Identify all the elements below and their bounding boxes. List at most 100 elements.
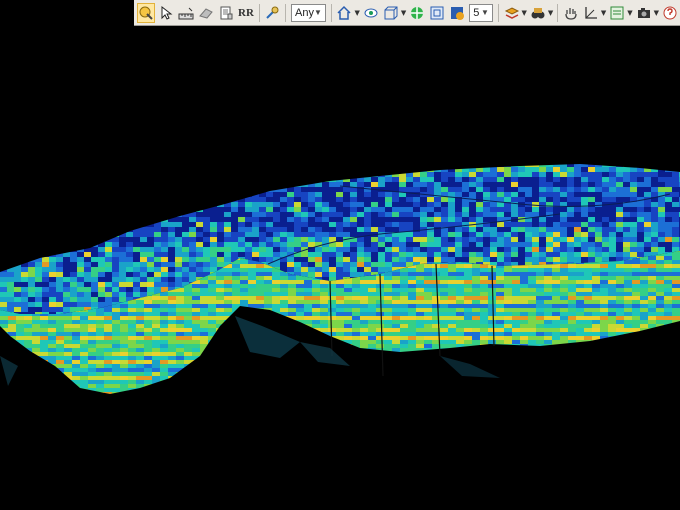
top-cell — [322, 222, 329, 227]
top-cell — [133, 172, 140, 177]
hand-pan-icon[interactable] — [562, 3, 580, 23]
top-cell — [483, 227, 490, 232]
strata-cell — [656, 268, 664, 272]
strata-cell — [656, 256, 664, 260]
top-cell — [49, 252, 56, 257]
top-cell — [175, 232, 182, 237]
top-cell — [546, 164, 553, 167]
strata-cell — [472, 300, 480, 304]
strata-cell — [464, 316, 472, 320]
strata-cell — [552, 312, 560, 316]
top-cell — [147, 257, 154, 262]
toolbar-separator — [285, 3, 287, 22]
top-cell — [105, 242, 112, 247]
strata-cell — [512, 304, 520, 308]
top-cell — [567, 192, 574, 197]
top-cell — [644, 177, 651, 182]
cube-view-icon[interactable] — [382, 3, 400, 23]
layers-icon[interactable] — [503, 3, 521, 23]
chevron-down-icon[interactable]: ▼ — [548, 3, 553, 23]
strata-cell — [296, 312, 304, 316]
top-cell — [259, 312, 266, 314]
top-cell — [7, 297, 14, 302]
top-cell — [252, 177, 259, 182]
axis-icon[interactable] — [582, 3, 600, 23]
top-cell — [518, 197, 525, 202]
panel-icon[interactable] — [608, 3, 626, 23]
binoculars-icon[interactable] — [529, 3, 547, 23]
grid-count-icon[interactable] — [448, 3, 466, 23]
top-cell — [595, 182, 602, 187]
top-cell — [343, 172, 350, 177]
top-cell — [315, 182, 322, 187]
chevron-down-icon[interactable]: ▼ — [522, 3, 527, 23]
chevron-down-icon[interactable]: ▼ — [354, 3, 359, 23]
top-cell — [301, 212, 308, 217]
top-cell — [315, 187, 322, 192]
strata-cell — [528, 304, 536, 308]
strata-cell — [16, 256, 24, 260]
top-cell — [49, 257, 56, 262]
top-cell — [574, 164, 581, 167]
top-cell — [385, 212, 392, 217]
chevron-down-icon[interactable]: ▼ — [627, 3, 632, 23]
top-cell — [287, 237, 294, 242]
select-pick-icon[interactable] — [137, 2, 155, 23]
strata-cell — [416, 304, 424, 308]
strata-cell — [480, 280, 488, 284]
strata-cell — [576, 300, 584, 304]
frame-icon[interactable] — [428, 3, 446, 23]
strata-cell — [208, 316, 216, 320]
strata-cell — [312, 300, 320, 304]
top-cell — [154, 164, 161, 167]
ruler-icon[interactable] — [177, 3, 195, 23]
top-cell — [420, 164, 427, 167]
strata-cell — [320, 328, 328, 332]
chevron-down-icon[interactable]: ▼ — [401, 3, 406, 23]
top-cell — [287, 197, 294, 202]
strata-cell — [192, 304, 200, 308]
top-cell — [616, 172, 623, 177]
top-cell — [266, 237, 273, 242]
top-cell — [336, 172, 343, 177]
top-cell — [224, 232, 231, 237]
top-cell — [28, 167, 35, 172]
strata-cell — [456, 272, 464, 276]
camera-icon[interactable] — [635, 3, 653, 23]
top-cell — [245, 217, 252, 222]
strata-cell — [568, 320, 576, 324]
strata-cell — [88, 316, 96, 320]
top-cell — [630, 192, 637, 197]
move-crosshair-icon[interactable] — [408, 3, 426, 23]
top-cell — [35, 282, 42, 287]
top-cell — [476, 192, 483, 197]
top-cell — [399, 222, 406, 227]
strata-cell — [584, 284, 592, 288]
help-icon[interactable] — [661, 3, 679, 23]
pick-tool-icon[interactable] — [263, 3, 281, 23]
strata-cell — [528, 288, 536, 292]
eye-view-icon[interactable] — [362, 3, 380, 23]
top-cell — [196, 257, 203, 262]
3d-viewport[interactable] — [0, 26, 680, 510]
strata-cell — [392, 300, 400, 304]
top-cell — [168, 237, 175, 242]
rr-text-icon[interactable]: RR — [237, 3, 255, 23]
chevron-down-icon[interactable]: ▼ — [654, 3, 659, 23]
eraser-icon[interactable] — [197, 3, 215, 23]
top-cell — [21, 217, 28, 222]
top-cell — [532, 212, 539, 217]
top-cell — [196, 272, 203, 277]
cursor-icon[interactable] — [157, 3, 175, 23]
top-cell — [462, 164, 469, 167]
count-select[interactable]: 5 ▼ — [469, 3, 493, 22]
chevron-down-icon[interactable]: ▼ — [601, 3, 606, 23]
strata-cell — [528, 312, 536, 316]
strata-cell — [672, 252, 680, 256]
filter-select[interactable]: Any ▼ — [291, 3, 326, 22]
top-cell — [665, 172, 672, 177]
top-cell — [595, 252, 602, 257]
home-view-icon[interactable] — [335, 3, 353, 23]
document-icon[interactable] — [217, 3, 235, 23]
strata-cell — [496, 320, 504, 324]
